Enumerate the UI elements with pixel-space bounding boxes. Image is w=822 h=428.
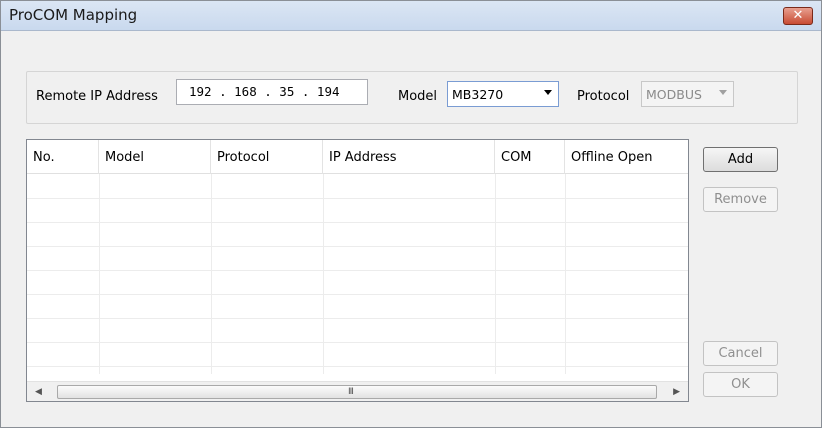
ok-button[interactable]: OK [703,372,778,397]
grid-divider [27,222,688,223]
scroll-right-icon[interactable]: ▶ [673,387,680,397]
model-select[interactable]: MB3270 [447,81,559,107]
grid-divider [323,174,324,374]
window-title: ProCOM Mapping [9,6,138,24]
model-select-value: MB3270 [452,87,504,102]
remote-ip-input[interactable]: 192 . 168 . 35 . 194 [176,79,368,105]
column-header-com[interactable]: COM [495,140,565,174]
mapping-table[interactable]: No. Model Protocol IP Address COM Offlin… [26,139,689,402]
scrollbar-thumb[interactable]: III [57,385,657,399]
connection-settings-group: Remote IP Address 192 . 168 . 35 . 194 M… [26,71,798,124]
table-header: No. Model Protocol IP Address COM Offlin… [27,140,688,174]
model-label: Model [398,89,438,104]
grid-divider [27,318,688,319]
grid-divider [27,270,688,271]
close-icon[interactable]: ✕ [783,7,813,25]
add-button[interactable]: Add [703,147,778,172]
column-header-protocol[interactable]: Protocol [211,140,323,174]
remove-button[interactable]: Remove [703,187,778,212]
grid-divider [495,174,496,374]
column-header-model[interactable]: Model [99,140,211,174]
protocol-select: MODBUS [641,81,734,107]
column-header-ip-address[interactable]: IP Address [323,140,495,174]
grid-divider [27,342,688,343]
column-header-no[interactable]: No. [27,140,99,174]
grid-divider [99,174,100,374]
grid-divider [27,246,688,247]
grid-divider [565,174,566,374]
chevron-down-icon [544,90,552,95]
grid-divider [27,366,688,367]
protocol-select-value: MODBUS [646,87,702,102]
procom-mapping-dialog: ProCOM Mapping ✕ Remote IP Address 192 .… [0,0,822,428]
title-bar: ProCOM Mapping ✕ [1,1,821,31]
scrollbar-grip-icon: III [348,387,354,397]
remote-ip-label: Remote IP Address [36,89,158,104]
column-header-offline-open[interactable]: Offline Open [565,140,688,174]
protocol-label: Protocol [577,89,630,104]
grid-divider [27,294,688,295]
grid-divider [27,198,688,199]
scroll-left-icon[interactable]: ◀ [35,387,42,397]
chevron-down-icon [719,90,727,95]
horizontal-scrollbar[interactable]: ◀ III ▶ [27,381,688,401]
grid-divider [211,174,212,374]
cancel-button[interactable]: Cancel [703,341,778,366]
